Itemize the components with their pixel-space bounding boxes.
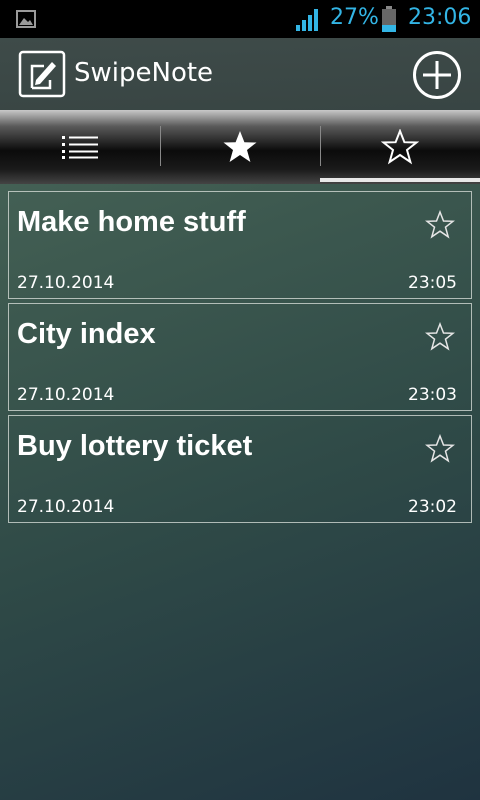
image-icon: [16, 10, 36, 28]
add-circle-icon[interactable]: [412, 50, 462, 100]
note-date: 27.10.2014: [17, 273, 115, 293]
star-outline-icon: [381, 129, 419, 165]
note-card[interactable]: Make home stuff 27.10.2014 23:05: [8, 191, 472, 299]
tab-all-notes[interactable]: [0, 110, 160, 184]
tab-bar: [0, 110, 480, 184]
tab-unstarred[interactable]: [320, 110, 480, 184]
tab-selected-indicator: [320, 178, 480, 182]
note-time: 23:02: [408, 497, 457, 517]
battery-percent: 27%: [330, 5, 379, 30]
notes-list: Make home stuff 27.10.2014 23:05 City in…: [8, 191, 472, 527]
note-card[interactable]: City index 27.10.2014 23:03: [8, 303, 472, 411]
tab-starred[interactable]: [160, 110, 320, 184]
note-title: Make home stuff: [17, 206, 246, 238]
note-date: 27.10.2014: [17, 497, 115, 517]
note-title: Buy lottery ticket: [17, 430, 253, 462]
note-time: 23:05: [408, 273, 457, 293]
status-bar: 27% 23:06: [0, 0, 480, 38]
battery-icon: [382, 6, 396, 32]
note-date: 27.10.2014: [17, 385, 115, 405]
note-card[interactable]: Buy lottery ticket 27.10.2014 23:02: [8, 415, 472, 523]
list-icon: [62, 136, 98, 159]
star-outline-icon[interactable]: [425, 210, 455, 240]
signal-icon: [296, 9, 318, 31]
note-pen-icon: [18, 50, 66, 98]
note-time: 23:03: [408, 385, 457, 405]
star-outline-icon[interactable]: [425, 434, 455, 464]
action-bar: SwipeNote: [0, 38, 480, 110]
app-title: SwipeNote: [74, 58, 214, 88]
star-filled-icon: [223, 131, 257, 162]
status-time: 23:06: [408, 5, 472, 30]
note-title: City index: [17, 318, 156, 350]
star-outline-icon[interactable]: [425, 322, 455, 352]
